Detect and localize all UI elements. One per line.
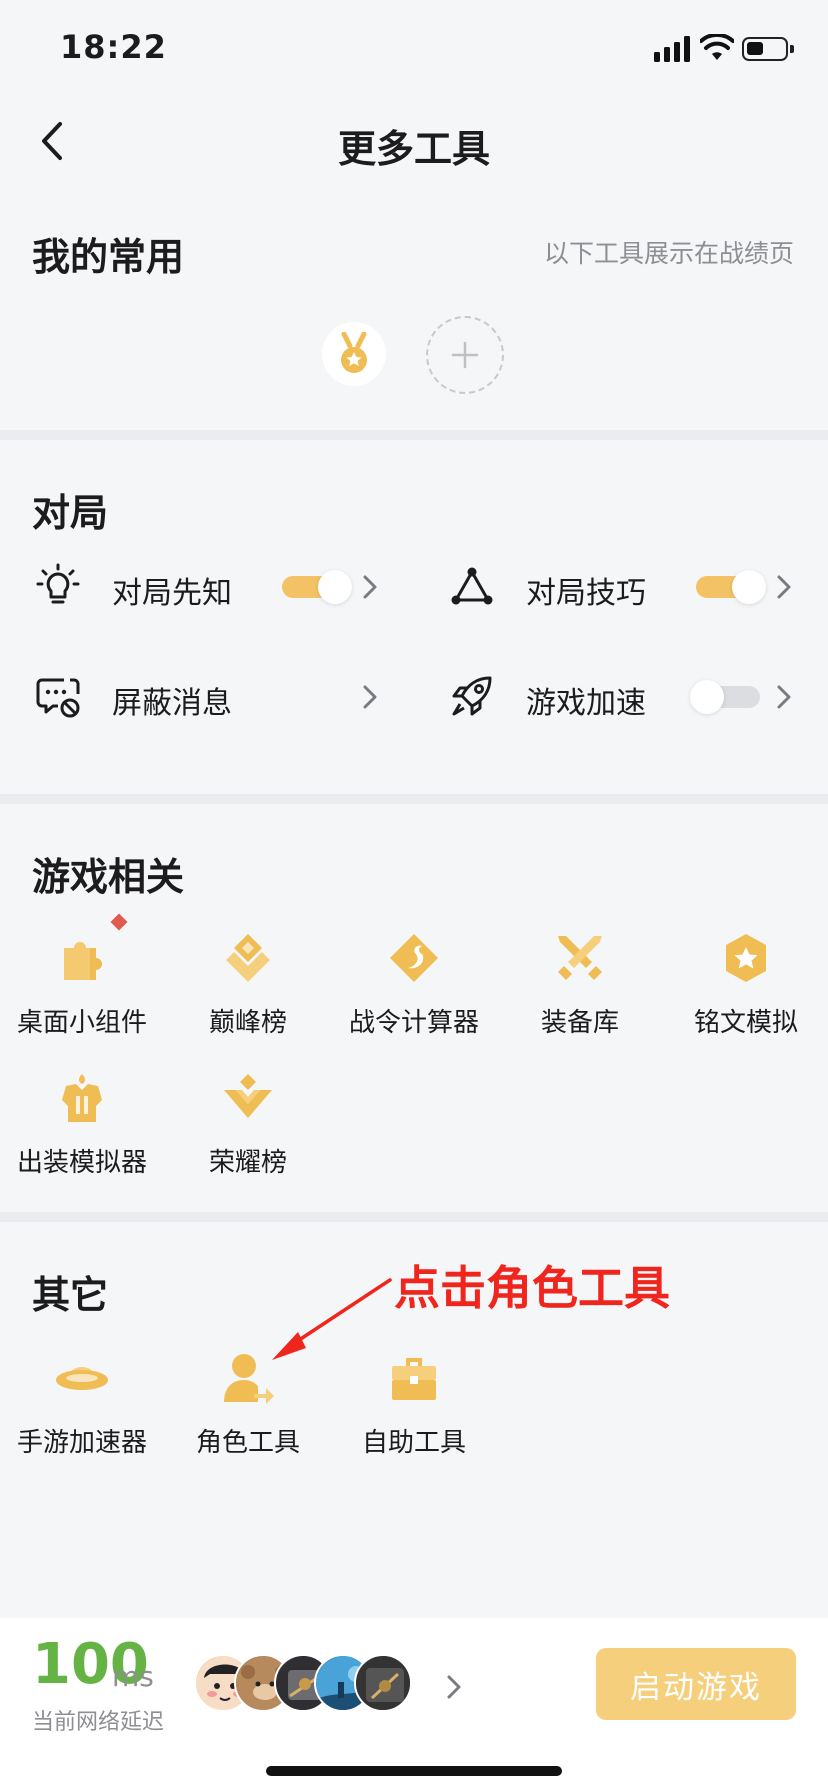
chevron-right-icon[interactable] (446, 1674, 462, 1700)
puzzle-icon (64, 942, 102, 980)
star-hexagon-icon (726, 934, 766, 982)
avatar (354, 1654, 412, 1712)
tool-desktop-widget[interactable]: 桌面小组件 (0, 930, 164, 1050)
nav-bar: 更多工具 (0, 96, 828, 188)
tool-glory-ranking[interactable]: 荣耀榜 (166, 1070, 330, 1190)
tool-self-service[interactable]: 自助工具 (332, 1350, 496, 1470)
tool-inscription-sim[interactable]: 铭文模拟 (664, 930, 828, 1050)
latency-unit: ms (112, 1660, 154, 1693)
annotation-text: 点击角色工具 (394, 1261, 670, 1315)
tool-label: 自助工具 (361, 1428, 466, 1458)
toolbox-icon (392, 1358, 436, 1400)
tool-label: 巅峰榜 (208, 1008, 287, 1038)
favorite-medal[interactable] (322, 322, 386, 386)
section-divider (0, 794, 828, 804)
wifi-icon (700, 34, 734, 60)
other-title: 其它 (32, 1273, 109, 1317)
match-item-label: 屏蔽消息 (112, 686, 232, 721)
tool-mobile-accelerator[interactable]: 手游加速器 (0, 1350, 164, 1470)
plus-icon (451, 341, 479, 369)
tool-label: 手游加速器 (16, 1428, 147, 1458)
match-item-block-messages[interactable]: 屏蔽消息 (34, 662, 384, 732)
friend-avatars[interactable] (194, 1654, 434, 1714)
chevron-right-icon (777, 685, 791, 709)
tool-equipment[interactable]: 装备库 (498, 930, 662, 1050)
match-item-label: 游戏加速 (526, 686, 646, 721)
armor-icon (62, 1074, 102, 1122)
tool-label: 桌面小组件 (16, 1008, 147, 1038)
chevron-right-icon (363, 575, 377, 599)
message-block-icon (36, 678, 80, 718)
game-title: 游戏相关 (32, 855, 185, 899)
home-indicator (266, 1766, 562, 1776)
tool-label: 出装模拟器 (16, 1148, 147, 1178)
foresight-toggle[interactable] (282, 570, 352, 604)
tips-toggle[interactable] (696, 570, 766, 604)
battery-icon (742, 37, 794, 61)
glory-chevron-icon (224, 1074, 272, 1118)
favorites-title: 我的常用 (32, 235, 185, 279)
tool-label: 铭文模拟 (693, 1008, 798, 1038)
chevron-right-icon (363, 685, 377, 709)
match-title: 对局 (32, 491, 109, 535)
new-badge (110, 913, 128, 931)
favorites-note: 以下工具展示在战绩页 (543, 239, 794, 268)
tool-label: 角色工具 (195, 1428, 300, 1458)
tool-peak-ranking[interactable]: 巅峰榜 (166, 930, 330, 1050)
peak-diamond-icon (226, 934, 270, 982)
annotation-arrow-icon (272, 1278, 392, 1360)
match-item-foresight[interactable]: 对局先知 (34, 552, 384, 622)
triangle-nodes-icon (451, 567, 493, 605)
chevron-right-icon (777, 575, 791, 599)
cellular-signal-icon (654, 36, 690, 62)
match-item-label: 对局技巧 (526, 576, 646, 611)
status-bar: 18:22 (0, 0, 828, 96)
start-game-button[interactable]: 启动游戏 (596, 1648, 796, 1720)
match-item-label: 对局先知 (112, 576, 232, 611)
status-time: 18:22 (60, 28, 167, 66)
match-item-game-boost[interactable]: 游戏加速 (448, 662, 798, 732)
game-boost-toggle[interactable] (690, 680, 760, 714)
tool-build-sim[interactable]: 出装模拟器 (0, 1070, 164, 1190)
section-divider (0, 430, 828, 440)
ufo-icon (56, 1367, 108, 1390)
latency-label: 当前网络延迟 (32, 1710, 165, 1735)
tool-label: 装备库 (540, 1008, 619, 1038)
medal-icon (341, 332, 367, 373)
tool-role-tools[interactable]: 角色工具 (166, 1350, 330, 1470)
tool-label: 战令计算器 (348, 1008, 479, 1038)
section-divider (0, 1212, 828, 1222)
lightbulb-icon (36, 563, 80, 604)
dragon-diamond-icon (390, 934, 438, 982)
tool-battle-pass-calc[interactable]: 战令计算器 (332, 930, 496, 1050)
rocket-icon (452, 676, 492, 716)
add-favorite-button[interactable] (426, 316, 504, 394)
page-title: 更多工具 (337, 127, 490, 171)
crossed-swords-icon (558, 936, 602, 980)
tool-label: 荣耀榜 (208, 1148, 287, 1178)
match-item-tips[interactable]: 对局技巧 (448, 552, 798, 622)
